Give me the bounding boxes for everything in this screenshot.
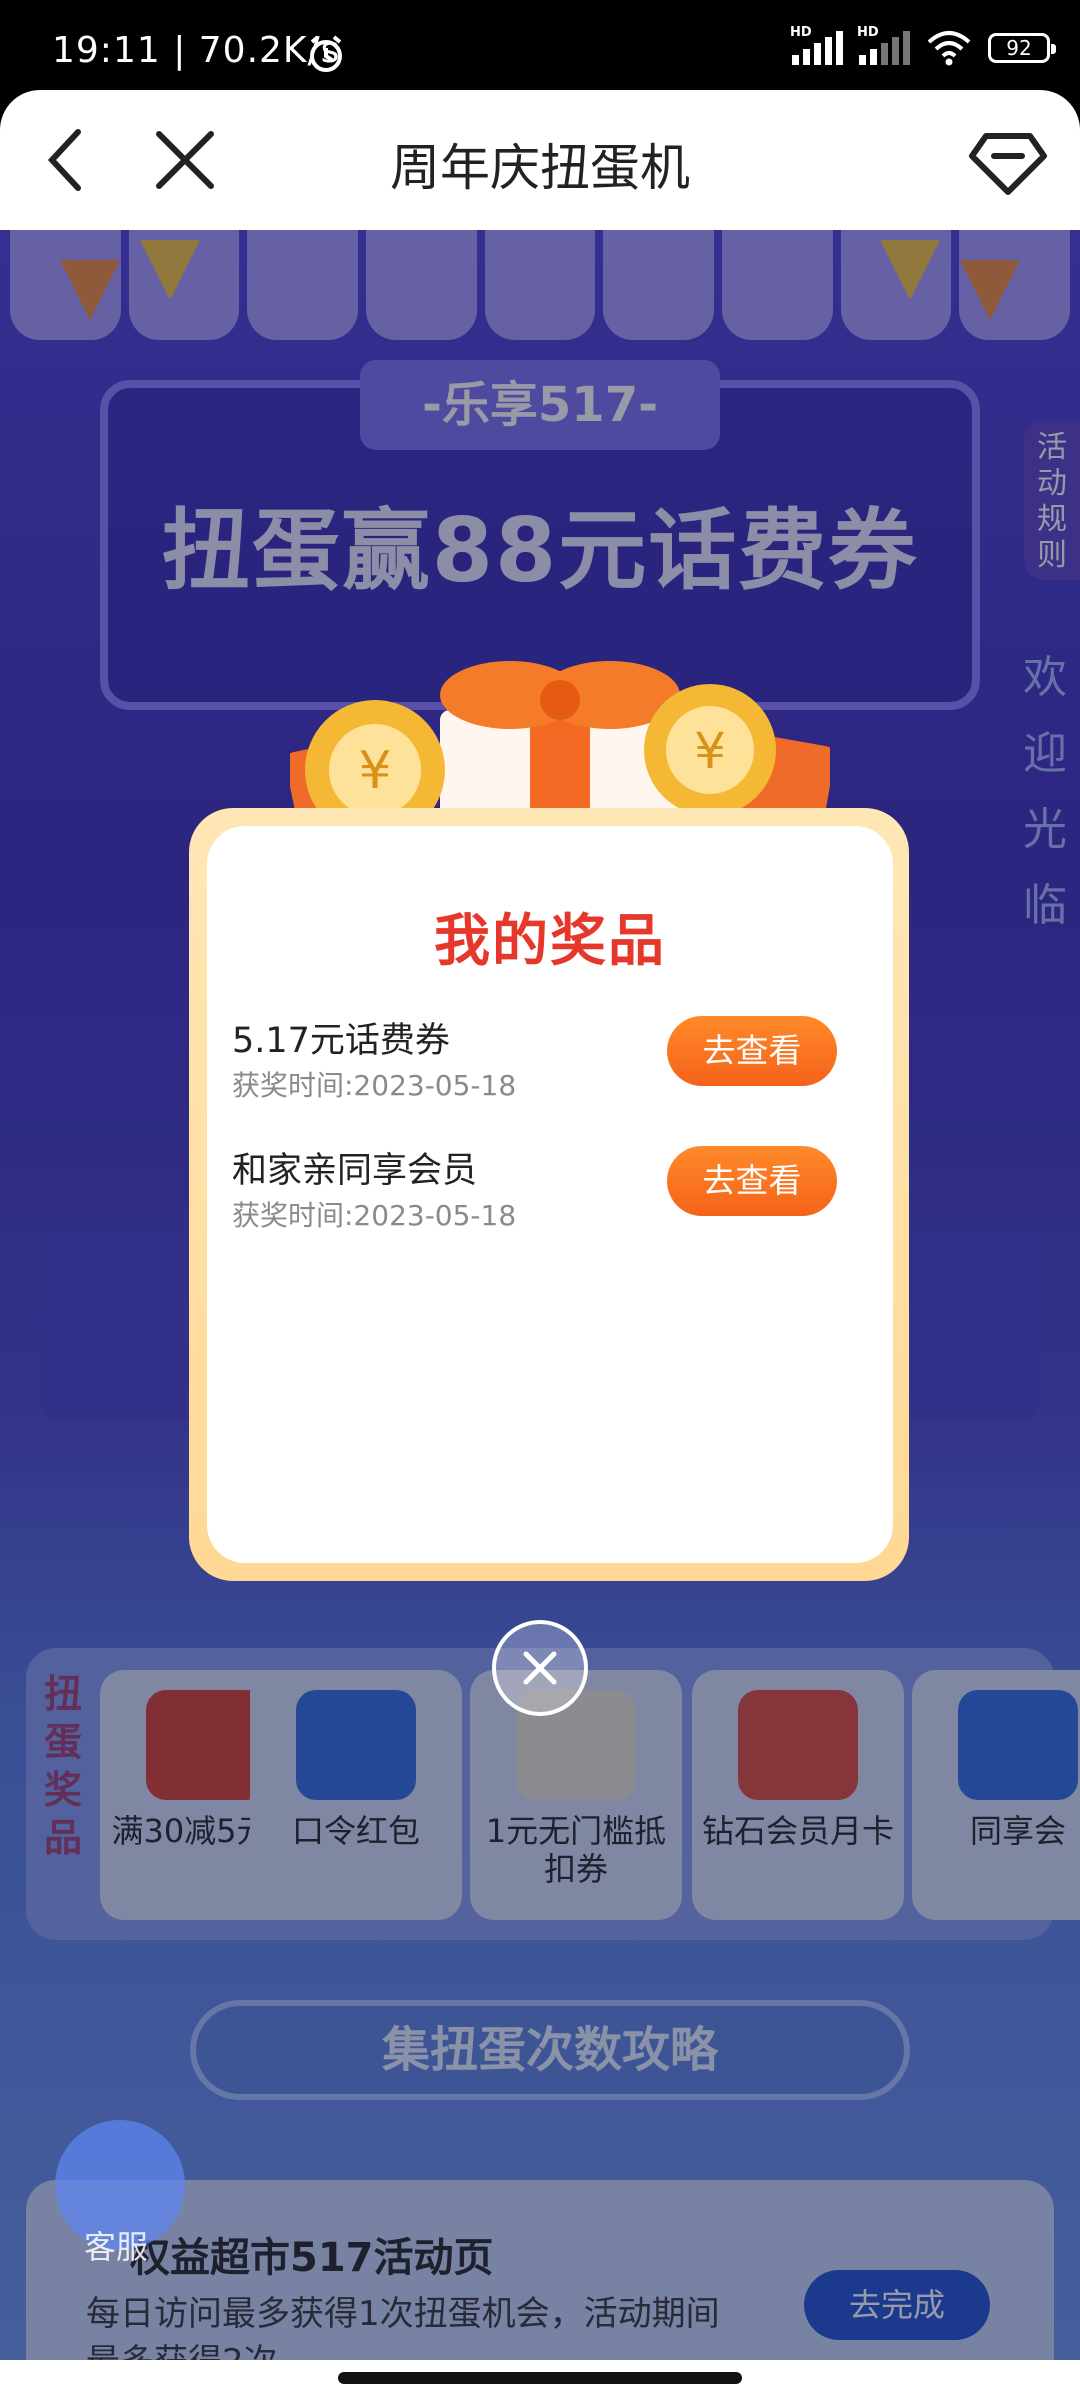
wifi-icon [927, 31, 971, 66]
close-glyph [523, 1651, 557, 1685]
close-circle-icon[interactable] [492, 1620, 588, 1716]
diamond-icon[interactable] [966, 118, 1050, 202]
prize-name: 5.17元话费券 [232, 1021, 450, 1061]
alarm-icon [310, 35, 342, 72]
svg-text:¥: ¥ [694, 722, 726, 780]
signal-hd-icon: HD [790, 25, 843, 65]
page-title: 周年庆扭蛋机 [390, 139, 690, 197]
prize-row: 5.17元话费券 获奖时间:2023-05-18 去查看 [232, 1012, 852, 1102]
view-prize-button[interactable]: 去查看 [667, 1016, 837, 1086]
status-time: 19:11 | 70.2K/s [52, 30, 341, 71]
prize-time: 获奖时间:2023-05-18 [232, 1069, 517, 1102]
signal-hd-weak-icon: HD [857, 25, 910, 65]
view-prize-button[interactable]: 去查看 [667, 1146, 837, 1216]
home-indicator[interactable] [338, 2372, 742, 2384]
modal-title: 我的奖品 [434, 909, 666, 974]
customer-service-label: 客服 [84, 2228, 149, 2266]
status-bar: 19:11 | 70.2K/s HD HD 92 [0, 0, 1080, 90]
app-header: 周年庆扭蛋机 [0, 90, 1080, 230]
svg-text:¥: ¥ [358, 741, 391, 801]
prize-row: 和家亲同享会员 获奖时间:2023-05-18 去查看 [232, 1142, 852, 1232]
battery-icon: 92 [988, 33, 1056, 63]
prize-name: 和家亲同享会员 [232, 1151, 478, 1191]
prize-time: 获奖时间:2023-05-18 [232, 1199, 517, 1232]
